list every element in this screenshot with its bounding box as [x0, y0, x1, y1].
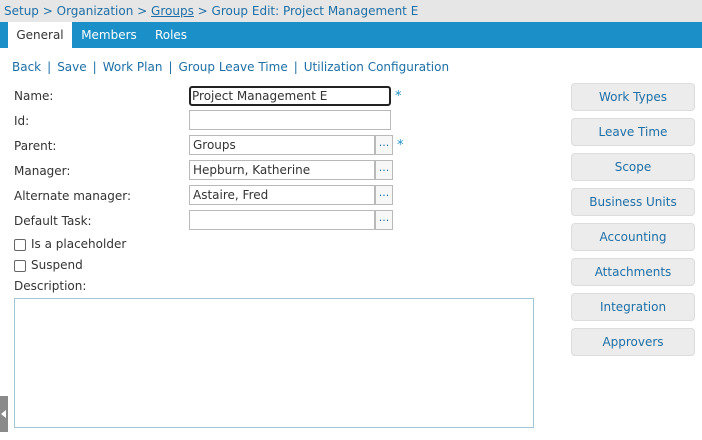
tab-members[interactable]: Members [74, 22, 144, 48]
placeholder-checkbox-label: Is a placeholder [31, 237, 127, 251]
name-label: Name: [14, 89, 54, 103]
alternate-manager-lookup-button[interactable]: ... [375, 185, 393, 205]
scope-button[interactable]: Scope [571, 153, 695, 181]
approvers-button[interactable]: Approvers [571, 328, 695, 356]
parent-label: Parent: [14, 139, 57, 153]
id-input[interactable] [189, 110, 391, 130]
work-types-button[interactable]: Work Types [571, 83, 695, 111]
business-units-button[interactable]: Business Units [571, 188, 695, 216]
default-task-input[interactable] [189, 210, 375, 230]
description-label: Description: [14, 279, 87, 293]
alternate-manager-label: Alternate manager: [14, 189, 131, 203]
manager-input[interactable]: Hepburn, Katherine [189, 160, 375, 180]
manager-lookup-button[interactable]: ... [375, 160, 393, 180]
name-input[interactable]: Project Management E [189, 86, 391, 106]
parent-lookup-button[interactable]: ... [375, 135, 393, 155]
id-label: Id: [14, 114, 30, 128]
breadcrumb-setup[interactable]: Setup [4, 4, 39, 18]
toolbar-separator: | [92, 60, 97, 74]
suspend-checkbox-label: Suspend [31, 258, 83, 272]
placeholder-checkbox[interactable] [14, 239, 26, 251]
tab-bar: General Members Roles [0, 22, 702, 48]
breadcrumb-current: Group Edit: Project Management E [211, 4, 419, 18]
required-marker: * [397, 138, 404, 153]
parent-input[interactable]: Groups [189, 135, 375, 155]
toolbar-separator: | [293, 60, 298, 74]
toolbar-separator: | [168, 60, 173, 74]
breadcrumb-groups[interactable]: Groups [151, 4, 194, 18]
back-link[interactable]: Back [12, 60, 41, 74]
collapse-arrow-icon[interactable] [0, 396, 8, 432]
tab-roles[interactable]: Roles [148, 22, 194, 48]
breadcrumb-separator: > [193, 4, 212, 18]
save-link[interactable]: Save [57, 60, 86, 74]
work-plan-link[interactable]: Work Plan [103, 60, 163, 74]
tab-general[interactable]: General [8, 22, 72, 48]
default-task-lookup-button[interactable]: ... [375, 210, 393, 230]
attachments-button[interactable]: Attachments [571, 258, 695, 286]
breadcrumb-separator: > [133, 4, 152, 18]
group-leave-time-link[interactable]: Group Leave Time [178, 60, 287, 74]
utilization-configuration-link[interactable]: Utilization Configuration [304, 60, 449, 74]
description-textarea[interactable] [14, 298, 534, 428]
breadcrumb: Setup > Organization > Groups > Group Ed… [0, 0, 702, 22]
suspend-checkbox[interactable] [14, 260, 26, 272]
accounting-button[interactable]: Accounting [571, 223, 695, 251]
breadcrumb-separator: > [38, 4, 57, 18]
default-task-label: Default Task: [14, 214, 92, 228]
manager-label: Manager: [14, 164, 71, 178]
leave-time-button[interactable]: Leave Time [571, 118, 695, 146]
toolbar-separator: | [47, 60, 52, 74]
breadcrumb-organization[interactable]: Organization [57, 4, 134, 18]
required-marker: * [395, 89, 402, 104]
alternate-manager-input[interactable]: Astaire, Fred [189, 185, 375, 205]
action-toolbar: Back | Save | Work Plan | Group Leave Time | Uti… [12, 58, 449, 76]
integration-button[interactable]: Integration [571, 293, 695, 321]
